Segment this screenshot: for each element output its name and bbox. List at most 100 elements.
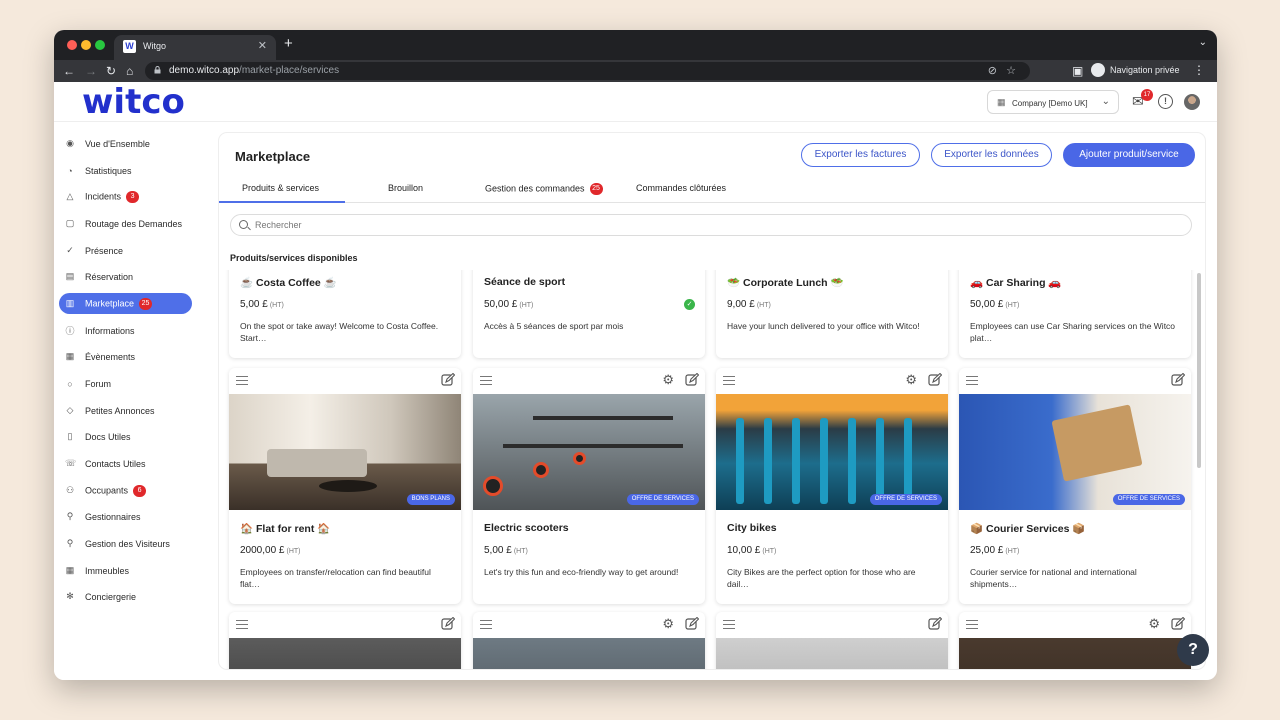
product-card-electric-scooters[interactable]: ⚙ OFFRE DE SERVICES Electric scooters 5,… bbox=[473, 368, 705, 604]
sidebar-item-immeubles[interactable]: ▦ Immeubles bbox=[59, 560, 192, 581]
search-input[interactable] bbox=[255, 217, 1175, 233]
sidebar-item-petites-annonces[interactable]: ◇ Petites Annonces bbox=[59, 400, 192, 421]
sidebar-item-contacts-utiles[interactable]: ☏ Contacts Utiles bbox=[59, 453, 192, 474]
eye-off-icon[interactable]: ⊘ bbox=[988, 65, 997, 77]
alert-info-icon[interactable]: ! bbox=[1158, 94, 1173, 109]
gear-icon[interactable]: ⚙ bbox=[662, 373, 674, 387]
sidebar-item-vue-ensemble[interactable]: ◉ Vue d'Ensemble bbox=[59, 133, 192, 154]
card-description: Employees can use Car Sharing services o… bbox=[970, 321, 1176, 343]
price-ht: (HT) bbox=[1005, 302, 1020, 309]
product-card[interactable]: ⚙ bbox=[959, 612, 1191, 669]
sidebar-item-gestion-visiteurs[interactable]: ⚲ Gestion des Visiteurs bbox=[59, 533, 192, 554]
maximize-window-button[interactable] bbox=[95, 40, 105, 50]
scooter-wheel bbox=[533, 462, 549, 478]
card-toolbar: ⚙ bbox=[473, 368, 705, 394]
sidebar-toggle-icon[interactable]: ▣ bbox=[1072, 63, 1083, 79]
edit-icon[interactable] bbox=[1171, 373, 1185, 387]
edit-icon[interactable] bbox=[685, 373, 699, 387]
tab-commandes-cloturees[interactable]: Commandes clôturées bbox=[636, 183, 726, 193]
edit-icon[interactable] bbox=[441, 373, 455, 387]
edit-icon[interactable] bbox=[928, 617, 942, 631]
building-icon: ▦ bbox=[997, 97, 1006, 107]
help-button[interactable]: ? bbox=[1177, 634, 1209, 666]
edit-icon[interactable] bbox=[1171, 617, 1185, 631]
omnibox-icons: ⊘ ☆ bbox=[988, 64, 1016, 77]
product-card-city-bikes[interactable]: ⚙ OFFRE DE SERVICES City bikes 10,00 £ (H… bbox=[716, 368, 948, 604]
card-title: 📦 Courier Services 📦 bbox=[970, 523, 1086, 535]
card-toolbar bbox=[229, 612, 461, 638]
product-card-seance-sport[interactable]: Séance de sport 50,00 £ (HT) ✓ Accès à 5 … bbox=[473, 270, 705, 358]
export-data-button[interactable]: Exporter les données bbox=[931, 143, 1052, 167]
eye-icon: ◉ bbox=[66, 138, 74, 148]
product-card-courier-services[interactable]: OFFRE DE SERVICES 📦 Courier Services 📦 2… bbox=[959, 368, 1191, 604]
product-card-flat-for-rent[interactable]: BONS PLANS 🏠 Flat for rent 🏠 2000,00 £ (H… bbox=[229, 368, 461, 604]
new-tab-icon[interactable]: + bbox=[284, 36, 293, 52]
sidebar-item-evenements[interactable]: ▦ Évènements bbox=[59, 346, 192, 367]
star-icon[interactable]: ☆ bbox=[1006, 65, 1016, 77]
drag-handle-icon[interactable] bbox=[966, 376, 978, 385]
card-image bbox=[473, 638, 705, 669]
drag-handle-icon[interactable] bbox=[480, 376, 492, 385]
sidebar-item-docs-utiles[interactable]: ▯ Docs Utiles bbox=[59, 426, 192, 447]
witco-logo[interactable]: witco bbox=[82, 82, 185, 122]
tab-brouillon[interactable]: Brouillon bbox=[388, 183, 423, 193]
reload-icon[interactable]: ↻ bbox=[106, 63, 116, 79]
sidebar-item-informations[interactable]: ⓘ Informations bbox=[59, 320, 192, 341]
export-invoices-button[interactable]: Exporter les factures bbox=[801, 143, 920, 167]
product-card[interactable]: ⚙ bbox=[473, 612, 705, 669]
product-card-costa-coffee[interactable]: ☕ Costa Coffee ☕ 5,00 £ (HT) On the spot … bbox=[229, 270, 461, 358]
chevron-down-icon[interactable]: ⌄ bbox=[1199, 37, 1207, 48]
private-browsing-indicator[interactable]: Navigation privée bbox=[1091, 63, 1180, 77]
product-card[interactable] bbox=[716, 612, 948, 669]
sidebar-item-conciergerie[interactable]: ✻ Conciergerie bbox=[59, 586, 192, 607]
sidebar-item-presence[interactable]: ✓ Présence bbox=[59, 240, 192, 261]
gear-icon[interactable]: ⚙ bbox=[905, 373, 917, 387]
sidebar-item-incidents[interactable]: △ Incidents 3 bbox=[59, 186, 192, 207]
sidebar-item-forum[interactable]: ○ Forum bbox=[59, 373, 192, 394]
tab-close-icon[interactable]: ✕ bbox=[258, 39, 267, 52]
product-card-car-sharing[interactable]: 🚗 Car Sharing 🚗 50,00 £ (HT) Employees ca… bbox=[959, 270, 1191, 358]
drag-handle-icon[interactable] bbox=[236, 620, 248, 629]
category-badge: BONS PLANS bbox=[406, 494, 455, 505]
gear-icon[interactable]: ⚙ bbox=[1148, 617, 1160, 631]
drag-handle-icon[interactable] bbox=[723, 376, 735, 385]
card-toolbar bbox=[229, 368, 461, 394]
address-bar[interactable]: demo.witco.app/market-place/services ⊘ ☆ bbox=[145, 62, 1030, 80]
drag-handle-icon[interactable] bbox=[236, 376, 248, 385]
sidebar-item-marketplace[interactable]: ▥ Marketplace 25 bbox=[59, 293, 192, 314]
incidents-label: Incidents bbox=[85, 190, 122, 201]
drag-handle-icon[interactable] bbox=[966, 620, 978, 629]
add-product-button[interactable]: Ajouter produit/service bbox=[1063, 143, 1195, 167]
minimize-window-button[interactable] bbox=[81, 40, 91, 50]
home-icon[interactable]: ⌂ bbox=[126, 63, 133, 79]
sidebar-item-reservation[interactable]: ▤ Réservation bbox=[59, 266, 192, 287]
edit-icon[interactable] bbox=[928, 373, 942, 387]
edit-icon[interactable] bbox=[685, 617, 699, 631]
building-icon: ▦ bbox=[65, 565, 75, 575]
card-toolbar bbox=[959, 368, 1191, 394]
tab-produits-services[interactable]: Produits & services bbox=[242, 183, 319, 193]
sidebar-item-label: Forum bbox=[85, 378, 112, 389]
sidebar-item-routage[interactable]: ▢ Routage des Demandes bbox=[59, 213, 192, 234]
drag-handle-icon[interactable] bbox=[480, 620, 492, 629]
product-card-corporate-lunch[interactable]: 🥗 Corporate Lunch 🥗 9,00 £ (HT) Have your… bbox=[716, 270, 948, 358]
tab-gestion-commandes[interactable]: Gestion des commandes 25 bbox=[485, 183, 603, 195]
drag-handle-icon[interactable] bbox=[723, 620, 735, 629]
back-icon[interactable]: ← bbox=[63, 63, 75, 79]
browser-menu-icon[interactable]: ⋮ bbox=[1193, 63, 1205, 77]
card-title: 🥗 Corporate Lunch 🥗 bbox=[727, 277, 844, 289]
avatar[interactable] bbox=[1184, 94, 1200, 110]
product-card[interactable] bbox=[229, 612, 461, 669]
browser-tab[interactable]: W Witgo ✕ bbox=[114, 35, 276, 60]
sidebar-item-gestionnaires[interactable]: ⚲ Gestionnaires bbox=[59, 506, 192, 527]
sidebar-item-occupants[interactable]: ⚇ Occupants 6 bbox=[59, 480, 192, 501]
page-title: Marketplace bbox=[235, 149, 311, 164]
forward-icon[interactable]: → bbox=[85, 63, 97, 79]
close-window-button[interactable] bbox=[67, 40, 77, 50]
company-selector[interactable]: ▦ Company [Demo UK] ⌄ bbox=[987, 90, 1119, 114]
edit-icon[interactable] bbox=[441, 617, 455, 631]
scrollbar[interactable] bbox=[1197, 273, 1201, 468]
company-label: Company [Demo UK] bbox=[1012, 99, 1088, 108]
sidebar-item-statistiques[interactable]: ◔ Statistiques bbox=[59, 160, 192, 181]
gear-icon[interactable]: ⚙ bbox=[662, 617, 674, 631]
